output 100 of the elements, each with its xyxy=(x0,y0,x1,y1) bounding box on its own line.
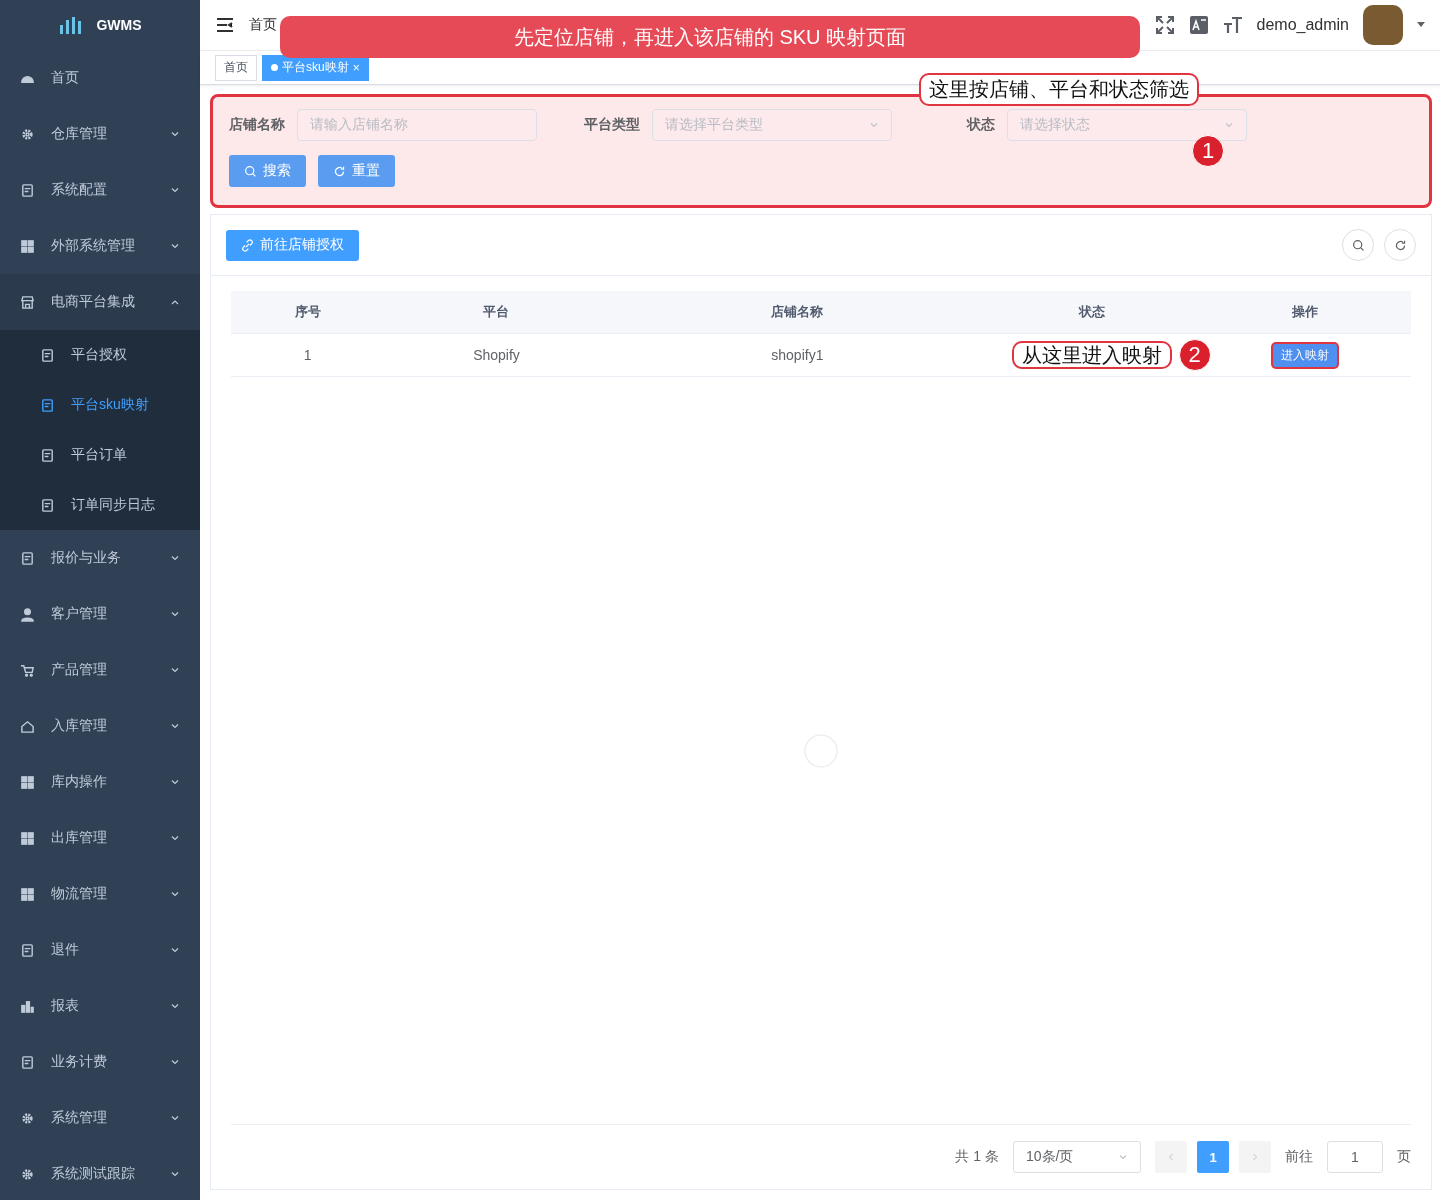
chevron-icon xyxy=(170,1001,180,1011)
search-icon xyxy=(1351,238,1365,252)
chevron-icon xyxy=(869,120,879,130)
store-icon xyxy=(20,294,35,310)
refresh-button[interactable] xyxy=(1384,229,1416,261)
chevron-icon xyxy=(170,889,180,899)
search-icon xyxy=(244,164,257,178)
sidebar-menu-item[interactable]: 库内操作 xyxy=(0,754,200,810)
sidebar-submenu-item[interactable]: 平台sku映射 xyxy=(0,380,200,430)
chevron-icon xyxy=(170,833,180,843)
chevron-icon xyxy=(170,553,180,563)
sidebar-menu-item[interactable]: 产品管理 xyxy=(0,642,200,698)
column-header: 序号 xyxy=(231,291,385,334)
sidebar-menu-item[interactable]: 外部系统管理 xyxy=(0,218,200,274)
goto-page-field[interactable]: 1 xyxy=(1327,1141,1383,1173)
document-icon xyxy=(20,182,35,198)
avatar-photo-placeholder[interactable] xyxy=(1363,5,1403,45)
filter-label: 店铺名称 xyxy=(229,116,285,134)
refresh-icon xyxy=(333,164,346,178)
sidebar-menu-item[interactable]: 出库管理 xyxy=(0,810,200,866)
page-tab[interactable]: 首页 xyxy=(215,54,257,81)
link-icon xyxy=(241,238,254,252)
sidebar-menu-item[interactable]: 退件 xyxy=(0,922,200,978)
bar-chart-icon xyxy=(20,998,35,1014)
instruction-banner: 先定位店铺，再进入该店铺的 SKU 映射页面 xyxy=(280,16,1140,58)
sidebar-menu-item[interactable]: 业务计费 xyxy=(0,1034,200,1090)
filter-label: 状态 xyxy=(965,116,995,134)
document-icon xyxy=(40,497,55,513)
chevron-right-icon xyxy=(1250,1152,1260,1162)
sidebar-submenu-item[interactable]: 平台授权 xyxy=(0,330,200,380)
column-header: 平台 xyxy=(384,291,609,334)
grid-icon xyxy=(20,830,35,846)
search-toggle-button[interactable] xyxy=(1342,229,1374,261)
logo-bars-icon xyxy=(58,15,83,35)
chevron-icon xyxy=(170,1113,180,1123)
document-icon xyxy=(20,942,35,958)
app-logo-text: GWMS xyxy=(96,17,142,33)
sidebar-menu-item[interactable]: 报价与业务 xyxy=(0,530,200,586)
sidebar-menu-item[interactable]: 首页 xyxy=(0,50,200,106)
document-icon xyxy=(40,347,55,363)
sidebar-submenu-item[interactable]: 订单同步日志 xyxy=(0,480,200,530)
sidebar-menu-item[interactable]: 系统管理 xyxy=(0,1090,200,1146)
grid-icon xyxy=(20,238,35,254)
house-icon xyxy=(20,718,35,734)
fullscreen-icon[interactable] xyxy=(1154,15,1175,35)
column-header: 状态 xyxy=(986,291,1199,334)
chevron-left-icon xyxy=(1166,1152,1176,1162)
grid-icon xyxy=(20,886,35,902)
caret-icon[interactable] xyxy=(1417,22,1425,28)
chevron-icon xyxy=(1224,120,1234,130)
chevron-icon xyxy=(170,609,180,619)
sidebar-menu-item[interactable]: 系统测试跟踪 xyxy=(0,1146,200,1200)
gear-icon xyxy=(20,1166,35,1182)
sidebar-menu-item[interactable]: 系统配置 xyxy=(0,162,200,218)
sidebar-submenu-item[interactable]: 平台订单 xyxy=(0,430,200,480)
chevron-icon xyxy=(170,185,180,195)
column-header: 操作 xyxy=(1198,291,1411,334)
document-icon xyxy=(20,1054,35,1070)
grid-icon xyxy=(20,774,35,790)
table-cell: shopify1 xyxy=(771,347,824,363)
sidebar-menu-item[interactable]: 入库管理 xyxy=(0,698,200,754)
callout-note: 从这里进入映射 xyxy=(1012,340,1173,369)
gear-icon xyxy=(20,126,35,142)
sidebar-menu-item[interactable]: 物流管理 xyxy=(0,866,200,922)
chevron-icon xyxy=(170,945,180,955)
filter-label: 平台类型 xyxy=(584,116,640,134)
chevron-icon xyxy=(170,129,180,139)
page-suffix-label: 页 xyxy=(1397,1148,1411,1166)
step-number-badge: 1 xyxy=(1192,135,1224,167)
sidebar-menu-item[interactable]: 报表 xyxy=(0,978,200,1034)
dot-icon xyxy=(271,64,278,71)
translate-icon[interactable] xyxy=(1188,15,1209,35)
chevron-icon xyxy=(170,241,180,251)
refresh-icon xyxy=(1393,238,1407,252)
table-cell: Shopify xyxy=(473,347,520,363)
table-cell: 1 xyxy=(303,347,312,363)
font-size-icon[interactable] xyxy=(1222,15,1243,35)
breadcrumb-item[interactable]: 首页 xyxy=(249,16,277,34)
person-icon xyxy=(20,606,35,622)
sidebar-menu-item[interactable]: 电商平台集成 xyxy=(0,274,200,330)
document-icon xyxy=(40,447,55,463)
chevron-icon xyxy=(170,1057,180,1067)
gear-icon xyxy=(20,1110,35,1126)
cart-icon xyxy=(20,662,35,678)
page-size-select[interactable]: 10条/页 xyxy=(1013,1141,1141,1173)
username[interactable]: demo_admin xyxy=(1256,16,1349,34)
callout-note: 这里按店铺、平台和状态筛选 xyxy=(919,73,1199,106)
chevron-icon xyxy=(1118,1152,1128,1162)
chevron-icon xyxy=(170,1169,180,1179)
document-icon xyxy=(40,397,55,413)
chevron-icon xyxy=(170,721,180,731)
menu-toggle-icon[interactable] xyxy=(215,15,235,35)
step-number-badge: 2 xyxy=(1178,339,1211,371)
chevron-icon xyxy=(170,665,180,675)
goto-label: 前往 xyxy=(1285,1148,1313,1166)
chevron-icon xyxy=(170,777,180,787)
sidebar-menu-item[interactable]: 仓库管理 xyxy=(0,106,200,162)
sidebar-menu-item[interactable]: 客户管理 xyxy=(0,586,200,642)
column-header: 店铺名称 xyxy=(608,291,987,334)
total-count: 共 1 条 xyxy=(955,1148,999,1166)
